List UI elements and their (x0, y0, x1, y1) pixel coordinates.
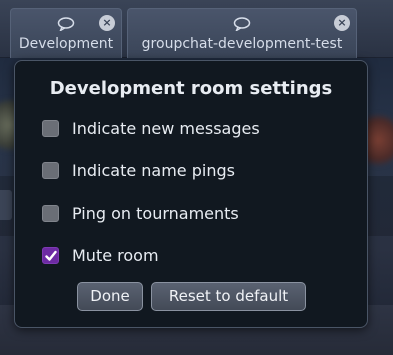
option-label: Indicate new messages (72, 118, 260, 138)
tab-groupchat-development-test[interactable]: groupchat-development-test × (127, 8, 357, 58)
tab-label: groupchat-development-test (141, 36, 343, 52)
left-edge-control[interactable] (0, 190, 12, 220)
popup-title: Development room settings (49, 78, 333, 99)
close-icon[interactable]: × (334, 15, 350, 31)
option-indicate-new-messages[interactable]: Indicate new messages (42, 116, 260, 140)
checkbox-checked[interactable] (42, 246, 59, 264)
option-mute-room[interactable]: Mute room (42, 243, 159, 267)
room-settings-popup: Development room settings Indicate new m… (14, 60, 368, 328)
option-indicate-name-pings[interactable]: Indicate name pings (42, 158, 235, 182)
checkmark-icon (45, 250, 57, 261)
checkbox[interactable] (42, 119, 59, 137)
checkbox[interactable] (42, 161, 59, 179)
room-tab-bar: Development × groupchat-development-test… (0, 0, 393, 58)
tab-development[interactable]: Development × (10, 8, 122, 58)
option-label: Ping on tournaments (72, 203, 239, 223)
chat-bubble-icon (233, 17, 251, 31)
done-button[interactable]: Done (77, 282, 143, 311)
option-label: Indicate name pings (72, 160, 235, 180)
tab-label: Development (18, 36, 114, 52)
option-label: Mute room (72, 245, 159, 265)
chat-bubble-icon (57, 17, 75, 31)
reset-to-default-button[interactable]: Reset to default (151, 282, 306, 311)
close-icon[interactable]: × (99, 15, 115, 31)
option-ping-on-tournaments[interactable]: Ping on tournaments (42, 201, 239, 225)
checkbox[interactable] (42, 204, 59, 222)
